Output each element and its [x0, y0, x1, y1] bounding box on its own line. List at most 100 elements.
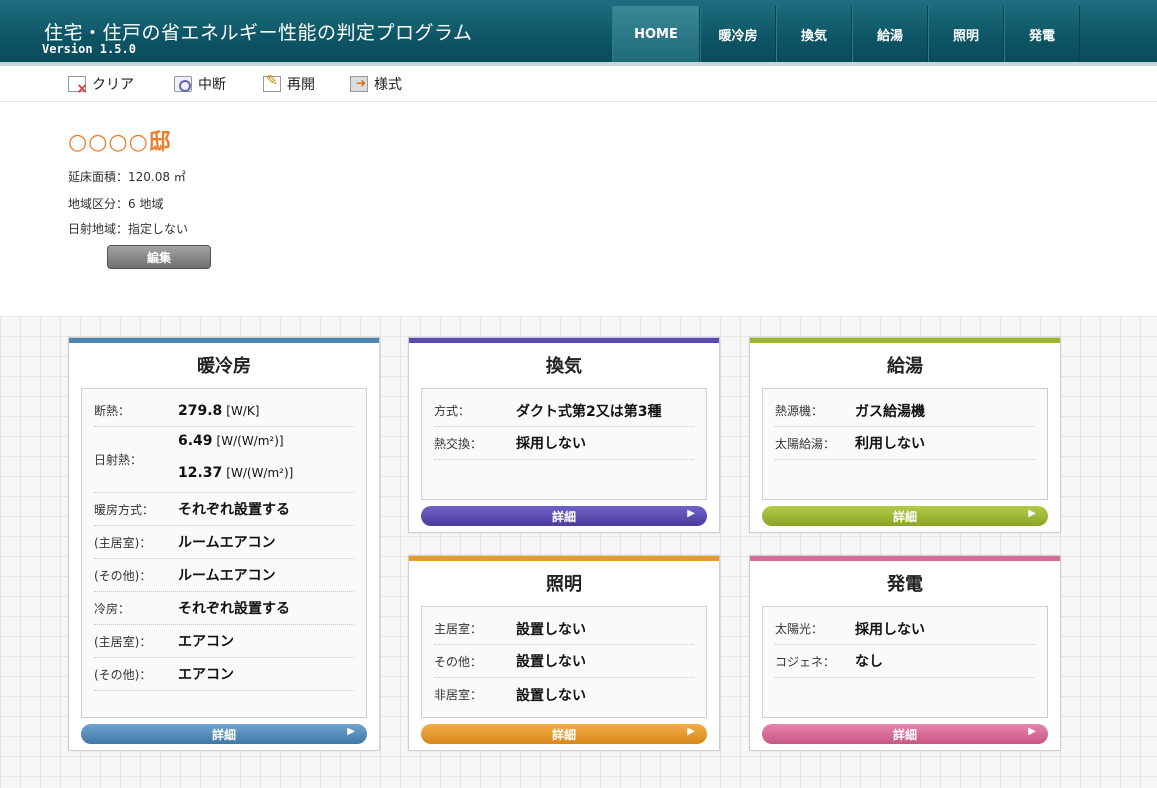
- value-text: 6.49: [178, 433, 213, 449]
- chevron-right-icon: ▶: [347, 726, 355, 737]
- format-button[interactable]: 様式: [350, 74, 402, 94]
- panel-lighting-title: 照明: [546, 574, 582, 595]
- resume-label: 再開: [287, 77, 315, 93]
- cooling-row-main: (主居室)： エアコン: [94, 625, 354, 658]
- row-value: 採用しない: [855, 621, 925, 638]
- row-label: (その他)：: [94, 667, 152, 682]
- panel-heating-box: 断熱： 279.8 [W/K] 日射熱： 6.49 [W/(W/m²)] 12.37…: [81, 388, 367, 718]
- lighting-detail-button[interactable]: 詳細 ▶: [421, 724, 707, 744]
- region: 地域区分：6 地域: [68, 197, 164, 211]
- ventilation-row-method: 方式： ダクト式第2又は第3種: [434, 395, 694, 427]
- value-unit: [W/(W/m²)]: [226, 466, 294, 480]
- row-value: ルームエアコン: [178, 535, 276, 551]
- row-label: 主居室：: [434, 622, 483, 636]
- nav-power[interactable]: 発電: [1004, 6, 1080, 62]
- row-label: (その他)：: [94, 568, 152, 583]
- row-label: コジェネ：: [775, 654, 836, 669]
- toolbar: クリア 中断 再開 様式: [0, 66, 1157, 102]
- pause-button[interactable]: 中断: [174, 74, 226, 94]
- ventilation-row-exchange: 熱交換： 採用しない: [434, 427, 694, 460]
- heating-row-other: (その他)： ルームエアコン: [94, 559, 354, 592]
- heating-row-main: (主居室)： ルームエアコン: [94, 526, 354, 559]
- panel-hotwater-box: 熱源機： ガス給湯機 太陽給湯： 利用しない: [762, 388, 1048, 500]
- panel-lighting-box: 主居室： 設置しない その他： 設置しない 非居室： 設置しない: [421, 606, 707, 718]
- clear-icon: [68, 76, 88, 97]
- cooling-row-method: 冷房： それぞれ設置する: [94, 592, 354, 625]
- row-value: ルームエアコン: [178, 568, 276, 584]
- nav-home[interactable]: HOME: [612, 6, 700, 62]
- row-label: 方式：: [434, 404, 471, 418]
- resume-button[interactable]: 再開: [263, 73, 315, 94]
- format-label: 様式: [374, 77, 402, 93]
- lighting-row-main: 主居室： 設置しない: [434, 613, 694, 645]
- row-value: 採用しない: [516, 436, 586, 452]
- pause-label: 中断: [198, 77, 226, 93]
- chevron-right-icon: ▶: [1028, 508, 1036, 519]
- panel-power-accent: [750, 556, 1060, 561]
- panel-power: 発電 太陽光： 採用しない コジェネ： なし 詳細 ▶: [749, 555, 1061, 751]
- app-version: Version 1.5.0: [42, 42, 136, 56]
- panel-ventilation-box: 方式： ダクト式第2又は第3種 熱交換： 採用しない: [421, 388, 707, 500]
- row-value: ガス給湯機: [855, 403, 925, 420]
- hotwater-row-solar: 太陽給湯： 利用しない: [775, 427, 1035, 460]
- panel-power-title: 発電: [887, 574, 923, 595]
- row-label: 冷房：: [94, 601, 131, 616]
- solar-region: 日射地域：指定しない: [68, 222, 189, 236]
- panel-lighting: 照明 主居室： 設置しない その他： 設置しない 非居室： 設置しない 詳細 ▶: [408, 555, 720, 751]
- power-row-solar: 太陽光： 採用しない: [775, 613, 1035, 645]
- chevron-right-icon: ▶: [687, 508, 695, 519]
- row-value: 利用しない: [855, 436, 925, 452]
- row-label: 熱交換：: [434, 436, 483, 451]
- edit-button[interactable]: 編集: [107, 245, 211, 269]
- chevron-right-icon: ▶: [1028, 726, 1036, 737]
- nav-hotwater[interactable]: 給湯: [852, 6, 928, 62]
- panel-heating: 暖冷房 断熱： 279.8 [W/K] 日射熱： 6.49 [W/(W/m²)] 1…: [68, 337, 380, 751]
- power-detail-button[interactable]: 詳細 ▶: [762, 724, 1048, 744]
- resume-icon: [263, 73, 281, 92]
- value-text: 279.8: [178, 402, 223, 419]
- panel-power-box: 太陽光： 採用しない コジェネ： なし: [762, 606, 1048, 718]
- heating-row-solar: 日射熱： 6.49 [W/(W/m²)] 12.37 [W/(W/m²)]: [94, 427, 354, 493]
- row-label: その他：: [434, 654, 483, 669]
- row-value: 設置しない: [516, 687, 586, 704]
- hotwater-detail-button[interactable]: 詳細 ▶: [762, 506, 1048, 526]
- row-value: それぞれ設置する: [178, 601, 290, 617]
- panel-hotwater-accent: [750, 338, 1060, 343]
- clear-button[interactable]: クリア: [68, 74, 134, 97]
- row-value: それぞれ設置する: [178, 502, 290, 518]
- nav-ventilation[interactable]: 換気: [776, 6, 852, 62]
- floor-area: 延床面積：120.08 ㎡: [68, 170, 186, 184]
- pause-icon: [174, 76, 192, 92]
- row-label: 暖房方式：: [94, 502, 155, 517]
- row-label: 熱源機：: [775, 404, 824, 418]
- app-title: 住宅・住戸の省エネルギー性能の判定プログラム: [44, 22, 473, 44]
- panel-ventilation-accent: [409, 338, 719, 343]
- heating-row-insulation: 断熱： 279.8 [W/K]: [94, 395, 354, 427]
- panel-heating-title: 暖冷房: [197, 356, 251, 377]
- value-unit: [W/(W/m²)]: [216, 434, 284, 448]
- hotwater-row-source: 熱源機： ガス給湯機: [775, 395, 1035, 427]
- power-row-cogen: コジェネ： なし: [775, 645, 1035, 678]
- row-label: 太陽給湯：: [775, 436, 836, 451]
- panel-heating-accent: [69, 338, 379, 343]
- lighting-row-nonliving: 非居室： 設置しない: [434, 678, 694, 711]
- nav-heating[interactable]: 暖冷房: [700, 6, 776, 62]
- row-value-2: 12.37 [W/(W/m²)]: [178, 465, 293, 481]
- nav-lighting[interactable]: 照明: [928, 6, 1004, 62]
- panel-hotwater: 給湯 熱源機： ガス給湯機 太陽給湯： 利用しない 詳細 ▶: [749, 337, 1061, 533]
- panel-ventilation: 換気 方式： ダクト式第2又は第3種 熱交換： 採用しない 詳細 ▶: [408, 337, 720, 533]
- row-label: 断熱：: [94, 404, 131, 418]
- row-value: 設置しない: [516, 654, 586, 670]
- property-name: ○○○○邸: [68, 130, 172, 155]
- row-value: エアコン: [178, 634, 234, 650]
- row-value: ダクト式第2又は第3種: [516, 403, 662, 420]
- row-label: (主居室)：: [94, 634, 152, 649]
- row-label: 日射熱：: [94, 453, 143, 467]
- value-text: 12.37: [178, 465, 223, 481]
- panel-ventilation-title: 換気: [546, 356, 582, 377]
- chevron-right-icon: ▶: [687, 726, 695, 737]
- ventilation-detail-button[interactable]: 詳細 ▶: [421, 506, 707, 526]
- detail-label: 詳細: [892, 509, 917, 524]
- heating-detail-button[interactable]: 詳細 ▶: [81, 724, 367, 744]
- detail-label: 詳細: [211, 727, 236, 742]
